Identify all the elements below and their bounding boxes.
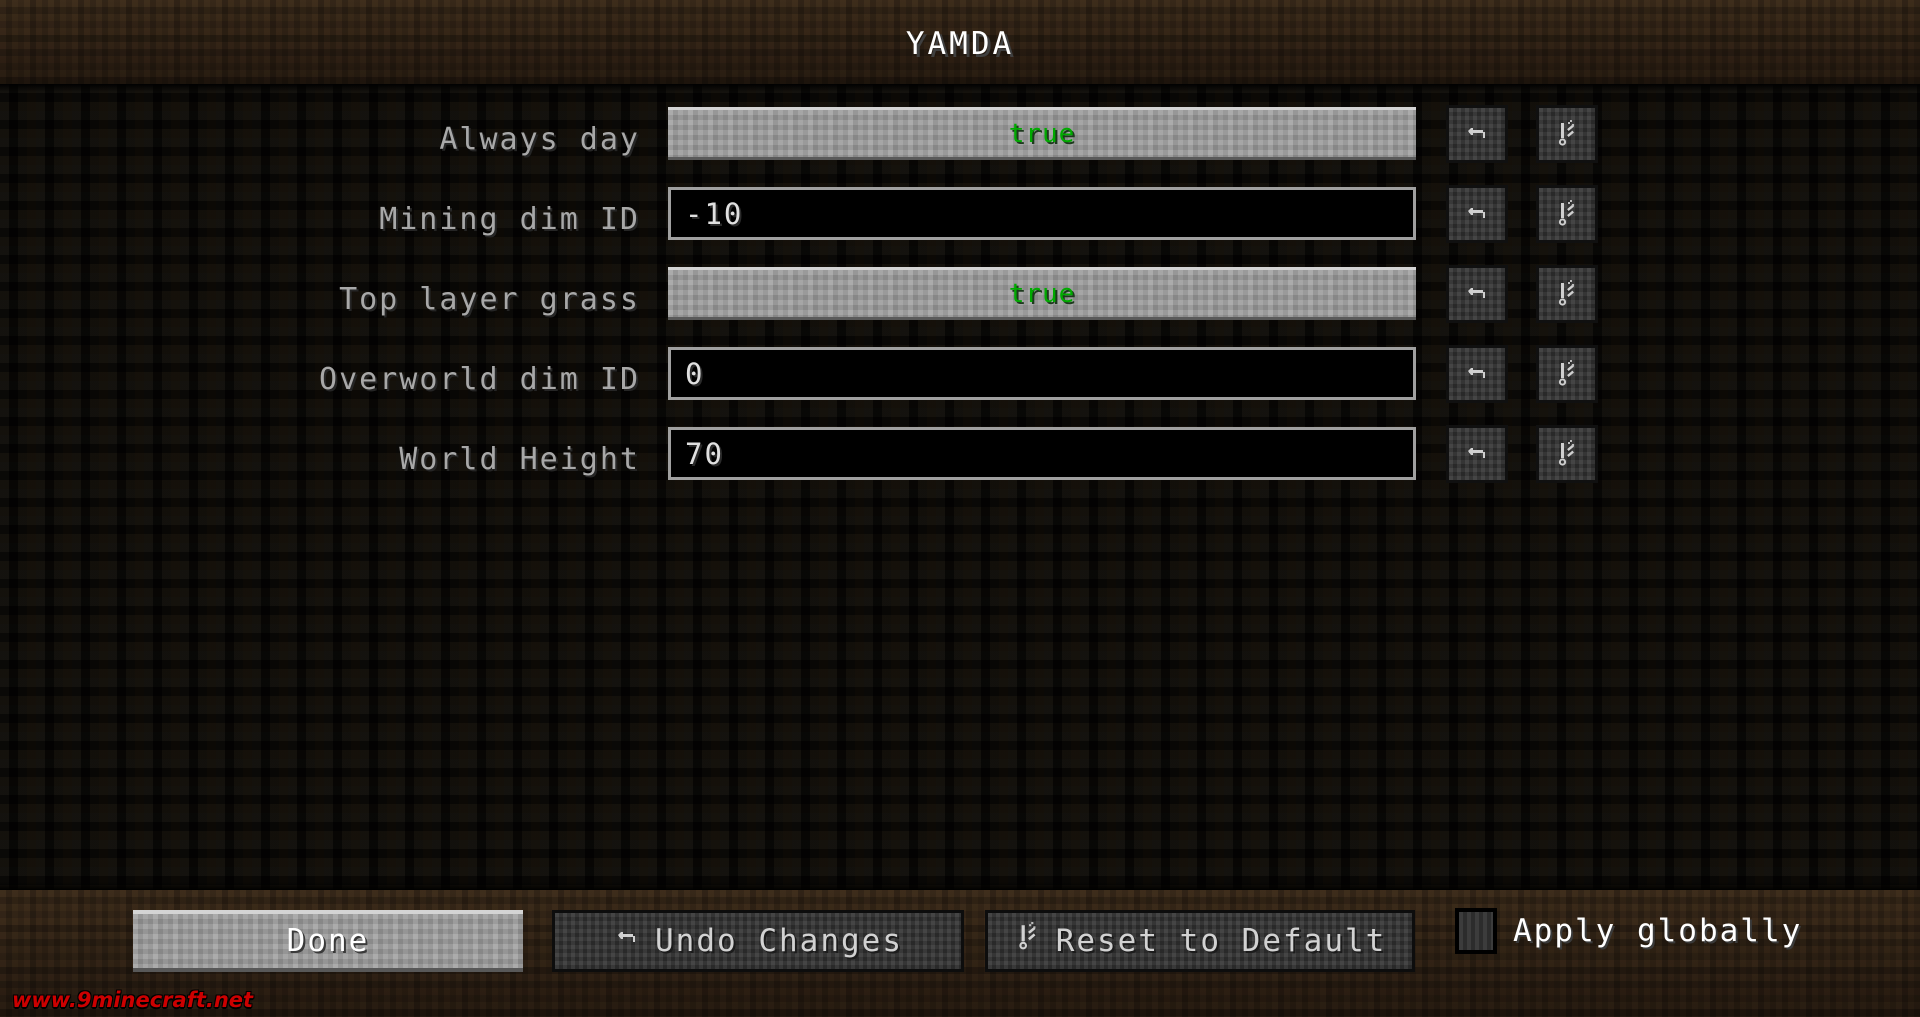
top-layer-grass-toggle-value: true: [1008, 278, 1076, 309]
reset-default-icon: [1554, 200, 1580, 228]
reset-default-icon: [1554, 360, 1580, 388]
always-day-toggle-button[interactable]: true: [668, 107, 1416, 160]
undo-arrow-icon: [1464, 441, 1490, 467]
config-row-label: World Height: [399, 442, 640, 477]
row-undo-button[interactable]: [1446, 345, 1508, 403]
row-reset-button[interactable]: [1536, 105, 1598, 163]
row-reset-button[interactable]: [1536, 345, 1598, 403]
page-title: YAMDA: [905, 26, 1015, 62]
config-row-control: true: [668, 267, 1416, 320]
overworld-dim-id-input[interactable]: 0: [668, 347, 1416, 400]
reset-default-icon: [1554, 120, 1580, 148]
config-row-list: Always day true Mining dim ID -10 Top la…: [0, 105, 1920, 505]
config-row: Always day true: [0, 105, 1920, 185]
config-row: World Height 70: [0, 425, 1920, 505]
overworld-dim-id-value: 0: [685, 356, 705, 391]
top-layer-grass-toggle-button[interactable]: true: [668, 267, 1416, 320]
undo-arrow-icon: [1464, 281, 1490, 307]
config-row: Top layer grass true: [0, 265, 1920, 345]
config-row-control: -10: [668, 187, 1416, 240]
undo-changes-button[interactable]: Undo Changes: [552, 910, 964, 972]
undo-arrow-icon: [613, 923, 641, 959]
reset-default-icon: [1554, 280, 1580, 308]
config-row: Mining dim ID -10: [0, 185, 1920, 265]
row-undo-button[interactable]: [1446, 265, 1508, 323]
world-height-value: 70: [685, 436, 724, 471]
apply-globally-checkbox[interactable]: [1455, 908, 1497, 954]
reset-default-icon: [1014, 922, 1042, 960]
apply-globally-control[interactable]: Apply globally: [1455, 908, 1802, 954]
undo-changes-label: Undo Changes: [655, 923, 903, 959]
always-day-toggle-value: true: [1008, 118, 1076, 149]
config-row-label: Top layer grass: [339, 282, 640, 317]
config-row-control: 70: [668, 427, 1416, 480]
config-row-label: Always day: [439, 122, 640, 157]
row-reset-button[interactable]: [1536, 185, 1598, 243]
reset-to-default-label: Reset to Default: [1055, 923, 1387, 959]
row-undo-button[interactable]: [1446, 185, 1508, 243]
row-reset-button[interactable]: [1536, 425, 1598, 483]
done-button-label: Done: [286, 923, 370, 959]
undo-arrow-icon: [1464, 201, 1490, 227]
reset-default-icon: [1554, 440, 1580, 468]
world-height-input[interactable]: 70: [668, 427, 1416, 480]
row-undo-button[interactable]: [1446, 105, 1508, 163]
config-row-label: Mining dim ID: [379, 202, 640, 237]
config-row-control: 0: [668, 347, 1416, 400]
config-row-control: true: [668, 107, 1416, 160]
site-watermark: www.9minecraft.net: [12, 988, 254, 1012]
done-button[interactable]: Done: [133, 910, 523, 972]
undo-arrow-icon: [1464, 121, 1490, 147]
config-row: Overworld dim ID 0: [0, 345, 1920, 425]
reset-to-default-button[interactable]: Reset to Default: [985, 910, 1415, 972]
mining-dim-id-value: -10: [685, 196, 744, 231]
row-reset-button[interactable]: [1536, 265, 1598, 323]
mining-dim-id-input[interactable]: -10: [668, 187, 1416, 240]
config-row-label: Overworld dim ID: [319, 362, 640, 397]
undo-arrow-icon: [1464, 361, 1490, 387]
row-undo-button[interactable]: [1446, 425, 1508, 483]
minecraft-config-screen: YAMDA Always day true Mining dim ID -10 …: [0, 0, 1920, 1017]
apply-globally-label: Apply globally: [1513, 913, 1803, 949]
